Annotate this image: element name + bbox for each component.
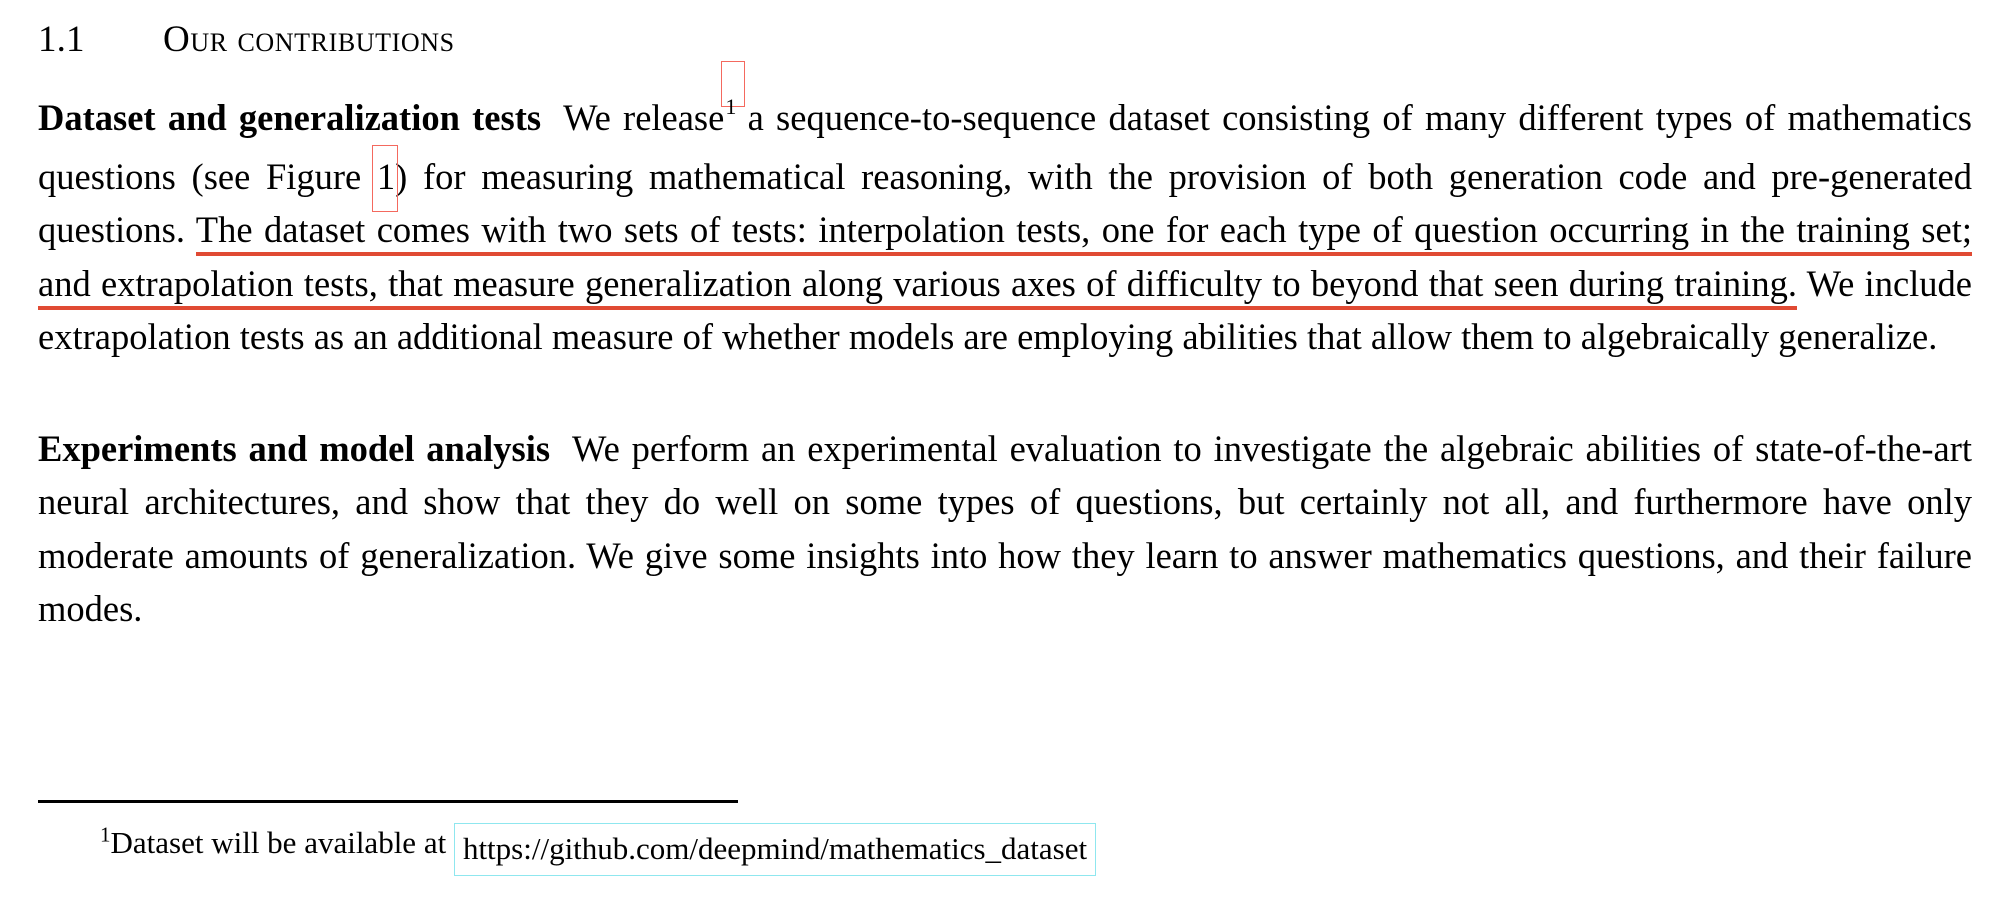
runin-heading-dataset: Dataset and generalization tests: [38, 97, 542, 138]
paragraph-text-before-footnote: We release: [563, 97, 725, 138]
footnote-separator-rule: [38, 800, 738, 803]
footnote: 1Dataset will be available at https://gi…: [38, 817, 1972, 876]
document-page: 1.1 Our contributions Dataset and genera…: [0, 0, 2010, 914]
paragraph-experiments-and-model-analysis: Experiments and model analysis We perform…: [38, 422, 1972, 636]
footnote-label: Dataset will be available at: [110, 825, 447, 860]
footnote-marker-label: 1: [725, 94, 737, 119]
runin-heading-experiments: Experiments and model analysis: [38, 427, 551, 469]
figure-reference-box: [371, 144, 399, 212]
highlighted-sentence: The dataset comes with two sets of tests…: [38, 209, 1972, 310]
figure-reference-link[interactable]: 1: [371, 144, 399, 212]
paragraph-dataset-and-generalization-tests: Dataset and generalization tests We relea…: [38, 61, 1972, 364]
section-title: Our contributions: [163, 19, 455, 60]
section-number: 1.1: [38, 19, 85, 60]
footnote-number: 1: [100, 822, 111, 847]
footnote-area: 1Dataset will be available at https://gi…: [38, 800, 1972, 876]
footnote-link-1[interactable]: 1: [721, 61, 746, 150]
dataset-url-link[interactable]: https://github.com/deepmind/mathematics_…: [453, 823, 1097, 876]
section-heading: 1.1 Our contributions: [38, 0, 1972, 61]
